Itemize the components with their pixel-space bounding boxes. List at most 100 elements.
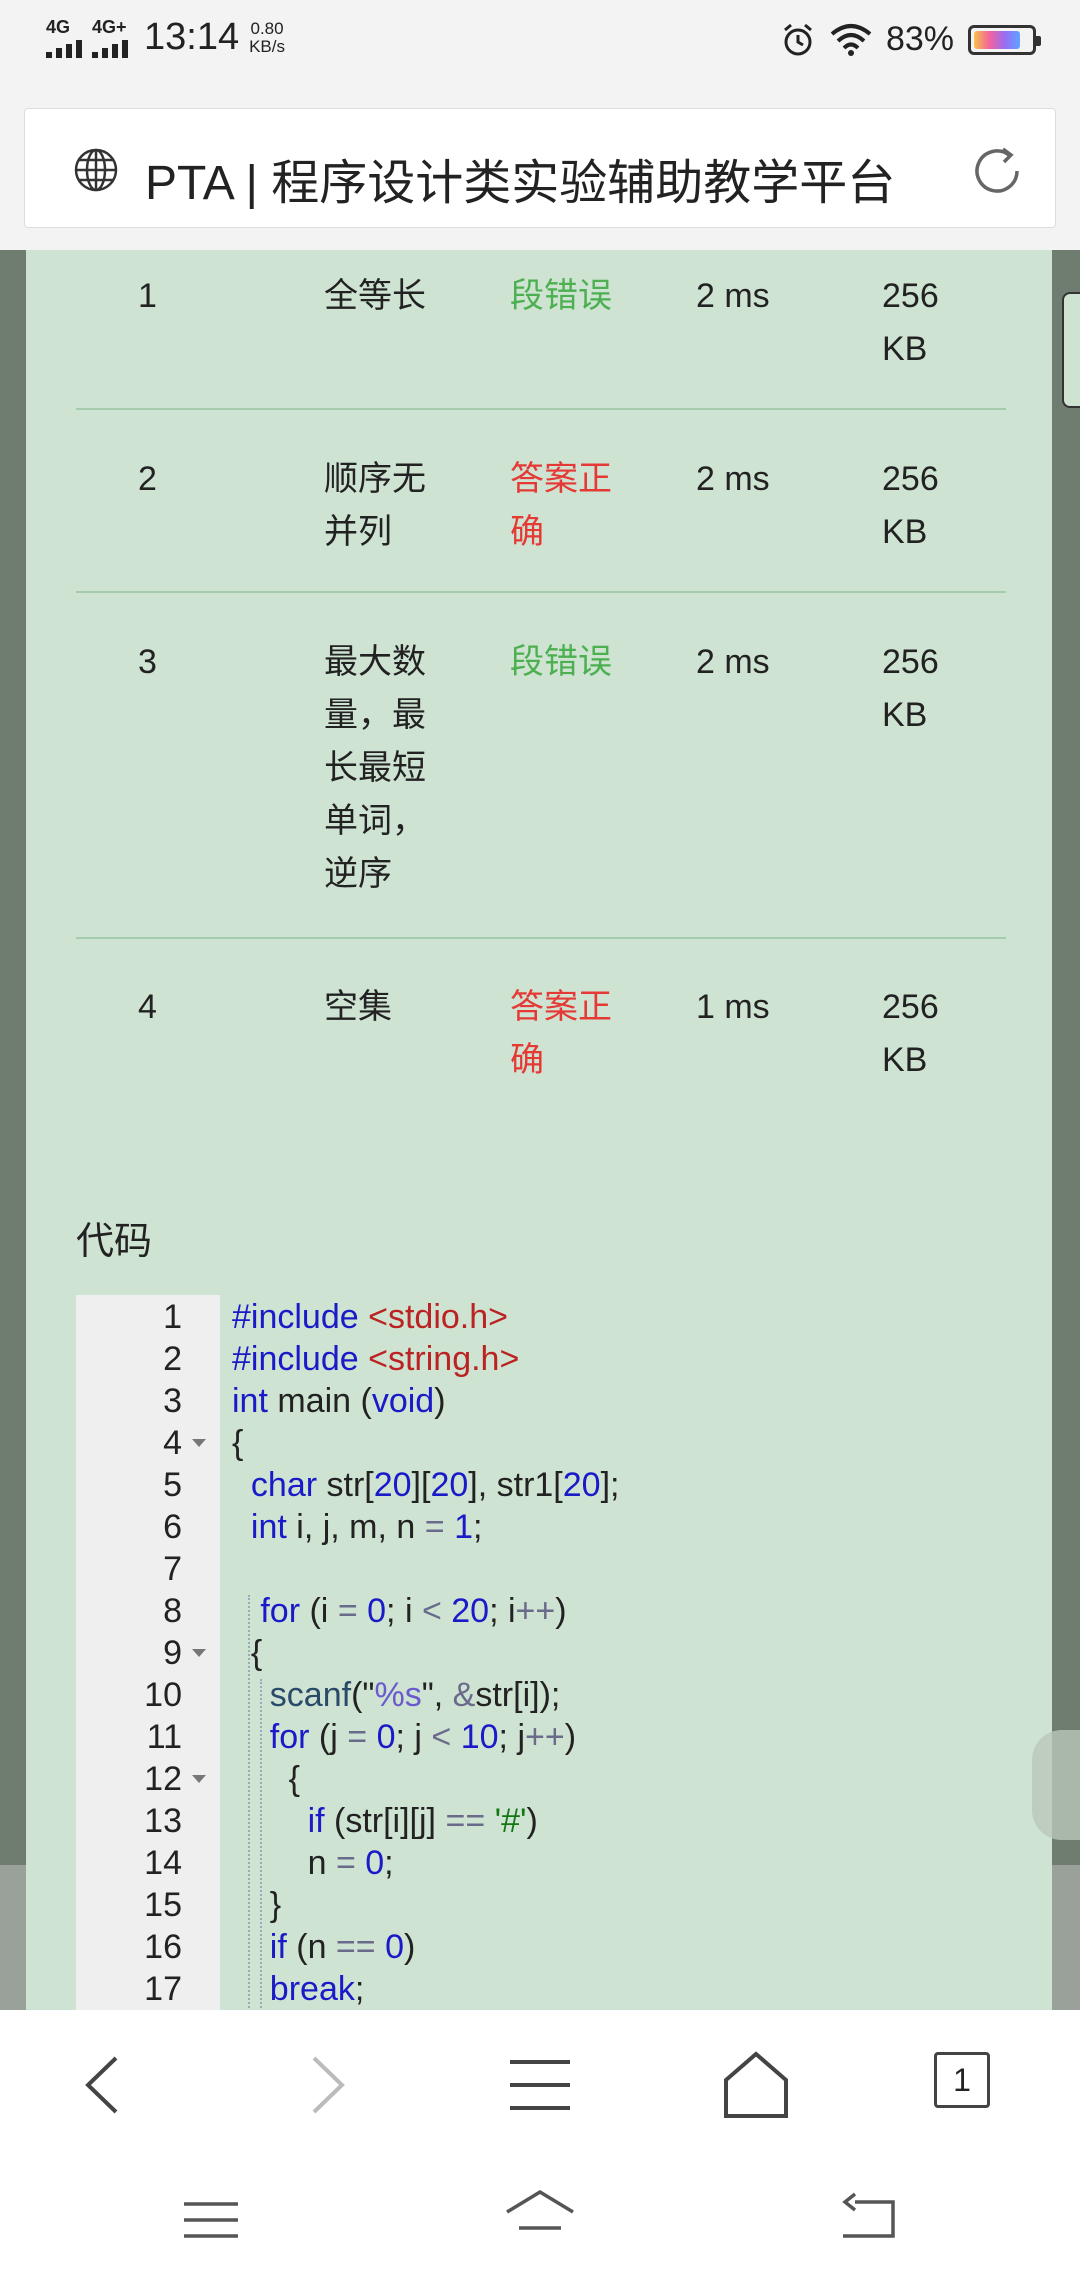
system-nav-bar: [0, 2150, 1080, 2280]
code-section-title: 代码: [76, 1221, 153, 1263]
tab-count: 1: [953, 2062, 971, 2098]
row-divider: [76, 937, 1006, 939]
case-time: 2 ms: [696, 277, 770, 315]
case-status: 答案正确: [510, 981, 630, 1087]
system-home-icon[interactable]: [505, 2190, 575, 2250]
case-id: 4: [138, 988, 157, 1026]
code-line: char str[20][20], str1[20];: [250, 1466, 620, 1504]
case-name: 全等长: [324, 270, 444, 323]
back-icon[interactable]: [66, 2050, 146, 2120]
line-number: 2: [163, 1340, 182, 1378]
line-number: 11: [146, 1718, 182, 1756]
case-status: 答案正确: [510, 453, 630, 559]
case-memory-line: 256: [882, 460, 939, 498]
code-line: scanf("%s", &str[i]);: [269, 1676, 561, 1714]
row-divider: [76, 408, 1006, 410]
case-name: 空集: [324, 981, 444, 1034]
indent-guide: [260, 1679, 262, 2010]
case-time: 2 ms: [696, 643, 770, 681]
signal-icon-2: 4G+: [92, 18, 128, 58]
battery-icon: [968, 24, 1041, 55]
case-name-line: 全等长: [324, 277, 426, 315]
battery-percent: 83%: [885, 20, 954, 58]
code-line: int i, j, m, n = 1;: [250, 1508, 483, 1546]
code-line: #include <stdio.h>: [232, 1298, 508, 1336]
case-status-line: 段错误: [510, 643, 612, 681]
line-number: 10: [144, 1676, 182, 1714]
case-name-line: 最大数: [324, 643, 426, 681]
line-number: 9: [163, 1634, 182, 1672]
page-content[interactable]: 1 全等长 段错误 2 ms 256 KB 2 顺序无 并列 答案正确 2 ms 2…: [0, 250, 1080, 2010]
fold-arrow-icon[interactable]: [192, 1649, 206, 1657]
case-status: 段错误: [510, 270, 630, 323]
case-name-line: 顺序无: [324, 460, 426, 498]
browser-nav-bar: 1: [0, 2010, 1080, 2150]
code-line: if (str[i][j] == '#'): [307, 1802, 538, 1840]
system-back-icon[interactable]: [835, 2190, 905, 2250]
line-number: 13: [144, 1802, 182, 1840]
case-memory: 256 KB: [882, 270, 982, 376]
floating-side-button[interactable]: [1032, 1730, 1080, 1840]
case-memory-line: KB: [882, 513, 928, 551]
case-memory: 256 KB: [882, 636, 982, 742]
row-divider: [76, 591, 1006, 593]
line-number: 4: [163, 1424, 182, 1462]
network-type-2: 4G+: [92, 16, 127, 37]
wifi-icon: [830, 23, 872, 56]
line-number: 17: [144, 1970, 182, 2008]
case-memory-line: KB: [882, 696, 928, 734]
code-line: int main (void): [232, 1382, 446, 1420]
case-time: 2 ms: [696, 460, 770, 498]
line-number: 5: [163, 1466, 182, 1504]
reload-icon[interactable]: [969, 143, 1025, 199]
address-bar[interactable]: PTA | 程序设计类实验辅助教学平台: [24, 108, 1056, 228]
fold-arrow-icon[interactable]: [192, 1775, 206, 1783]
network-speed: 0.80 KB/s: [249, 18, 285, 56]
case-name-line: 并列: [324, 513, 392, 551]
case-status-line: 确: [510, 513, 544, 551]
side-edge-tab[interactable]: [1062, 292, 1080, 408]
case-memory-line: 256: [882, 643, 939, 681]
case-name-line: 空集: [324, 988, 392, 1026]
line-number: 15: [144, 1886, 182, 1924]
case-status-line: 答案正: [510, 988, 612, 1026]
signal-icon-1: 4G: [46, 18, 82, 58]
speed-unit: KB/s: [249, 36, 285, 56]
status-bar: 4G 4G+ 13:14 0.80 KB/s 83%: [0, 0, 1080, 84]
code-editor[interactable]: 1 #include <stdio.h> 2 #include <string.h> 3…: [76, 1295, 1006, 2010]
line-number: 6: [163, 1508, 182, 1546]
case-id: 2: [138, 460, 157, 498]
recents-menu-icon[interactable]: [176, 2190, 246, 2250]
alarm-icon: [783, 23, 812, 55]
line-number: 1: [163, 1298, 182, 1336]
indent-guide: [248, 1595, 250, 2010]
code-line: break;: [269, 1970, 365, 2008]
forward-icon[interactable]: [284, 2050, 364, 2120]
line-number: 16: [144, 1928, 182, 1966]
code-line: }: [232, 1886, 282, 1924]
network-type-1: 4G: [46, 16, 71, 37]
clock: 13:14: [144, 16, 240, 58]
line-number: 12: [144, 1760, 182, 1798]
line-number: 7: [163, 1550, 182, 1588]
case-memory-line: KB: [882, 330, 928, 368]
case-id: 1: [138, 277, 157, 315]
fold-arrow-icon[interactable]: [192, 1439, 206, 1447]
globe-icon: [74, 148, 118, 192]
code-line: {: [232, 1424, 244, 1462]
case-id: 3: [138, 643, 157, 681]
results-card: 1 全等长 段错误 2 ms 256 KB 2 顺序无 并列 答案正确 2 ms 2…: [26, 250, 1052, 2010]
case-status-line: 答案正: [510, 460, 612, 498]
menu-icon[interactable]: [500, 2050, 580, 2120]
case-name-line: 单词，: [324, 802, 426, 840]
case-memory: 256 KB: [882, 453, 982, 559]
home-icon[interactable]: [716, 2050, 796, 2120]
case-time: 1 ms: [696, 988, 770, 1026]
case-memory-line: KB: [882, 1041, 928, 1079]
code-line: {: [232, 1760, 301, 1798]
code-line: n = 0;: [232, 1844, 394, 1882]
line-number: 3: [163, 1382, 182, 1420]
tabs-button[interactable]: 1: [934, 2052, 990, 2108]
case-name-line: 逆序: [324, 855, 392, 893]
speed-value: 0.80: [250, 18, 284, 38]
